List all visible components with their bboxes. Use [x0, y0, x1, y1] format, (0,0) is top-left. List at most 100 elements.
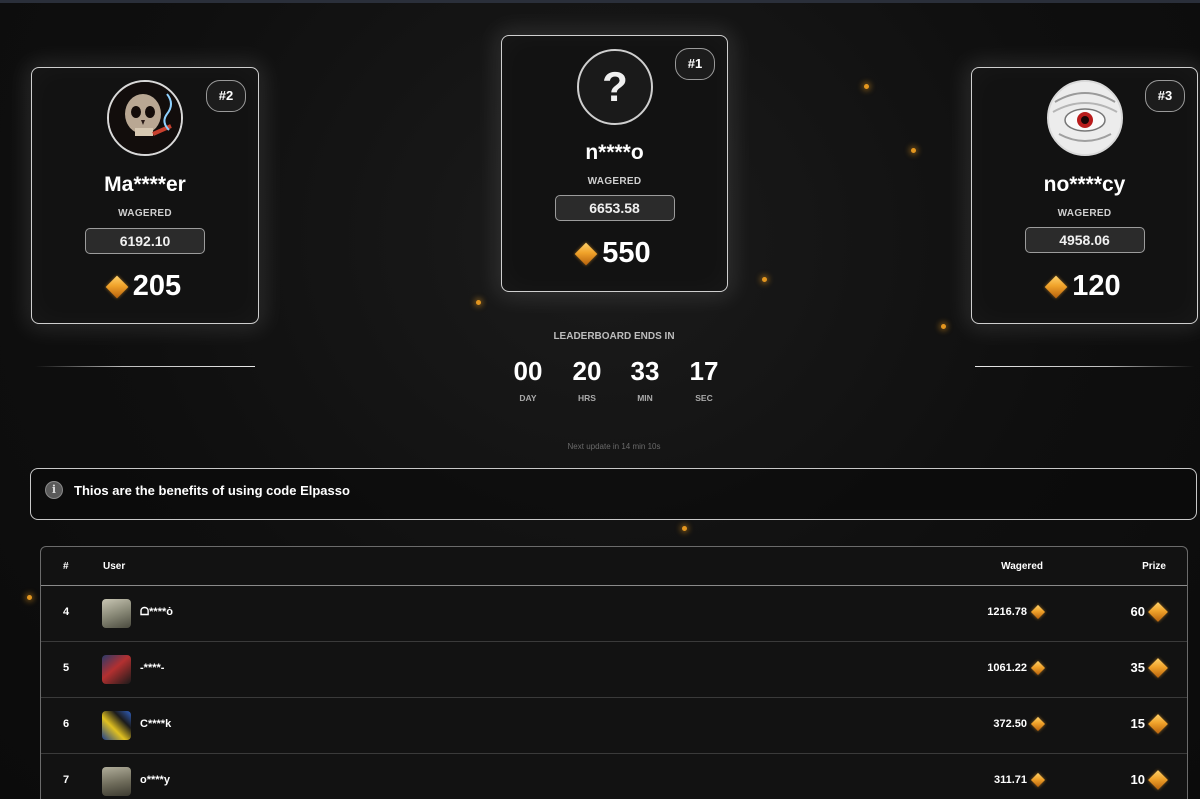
- player-name: n****o: [585, 141, 644, 164]
- row-prize: 10: [1130, 769, 1168, 790]
- ember-particle: [762, 277, 767, 282]
- gem-icon: [574, 242, 598, 265]
- row-user: -****-: [140, 662, 165, 674]
- wagered-label: WAGERED: [587, 176, 642, 187]
- header-user: User: [103, 561, 126, 572]
- player-name: no****cy: [1043, 173, 1126, 196]
- countdown-hours: 20 HRS: [562, 356, 612, 403]
- prize-amount: 10: [1130, 772, 1145, 787]
- countdown-value: 17: [689, 356, 719, 386]
- header-rank: #: [63, 561, 69, 572]
- row-prize: 15: [1130, 713, 1168, 734]
- row-user: C****k: [140, 718, 172, 730]
- prize-row: 120: [972, 270, 1197, 303]
- wagered-value: 6192.10: [85, 228, 205, 254]
- prize-value: 550: [602, 237, 651, 269]
- user-avatar: [102, 655, 131, 684]
- row-rank: 4: [63, 606, 70, 618]
- podium-card-rank-1: #1 ? n****o WAGERED 6653.58 550: [501, 35, 728, 292]
- countdown-unit-label: MIN: [637, 393, 653, 403]
- leaderboard-table: # User Wagered Prize 4 ᗝ****ȯ 1216.78 60…: [40, 546, 1188, 799]
- table-row: 7 o****y 311.71 10: [41, 754, 1187, 799]
- ember-particle: [682, 526, 687, 531]
- row-prize: 35: [1131, 657, 1168, 678]
- wagered-amount: 1061.22: [987, 662, 1027, 674]
- ember-particle: [911, 148, 916, 153]
- wagered-amount: 311.71: [993, 774, 1027, 786]
- gem-icon: [1030, 604, 1046, 620]
- gem-icon: [1030, 772, 1046, 788]
- prize-row: 550: [502, 237, 727, 270]
- gem-icon: [1148, 713, 1168, 734]
- row-rank: 5: [63, 662, 70, 674]
- row-user: o****y: [140, 774, 170, 786]
- prize-value: 205: [132, 270, 182, 302]
- table-header: # User Wagered Prize: [41, 547, 1187, 586]
- countdown-title: LEADERBOARD ENDS IN: [553, 331, 675, 342]
- table-row: 5 -****- 1061.22 35: [41, 642, 1187, 698]
- leaderboard-page: #2 Ma****er WAGERED 6192.10 205 #1 ? n**…: [0, 0, 1200, 799]
- countdown-value: 00: [513, 356, 543, 386]
- row-wagered: 1216.78: [987, 604, 1046, 620]
- skull-avatar: [107, 80, 183, 156]
- row-wagered: 372.50: [993, 716, 1046, 732]
- wagered-label: WAGERED: [118, 208, 172, 219]
- user-avatar: [102, 767, 131, 796]
- code-benefits-banner[interactable]: i Thios are the benefits of using code E…: [30, 468, 1197, 520]
- skull-icon: [109, 82, 181, 154]
- header-prize: Prize: [1142, 561, 1166, 572]
- wagered-label: WAGERED: [1057, 208, 1112, 219]
- gem-icon: [1030, 716, 1046, 732]
- gem-icon: [1030, 660, 1046, 676]
- header-wagered: Wagered: [1001, 561, 1043, 572]
- gem-icon: [1148, 769, 1168, 790]
- gem-icon: [1148, 601, 1168, 622]
- countdown-seconds: 17 SEC: [679, 356, 729, 403]
- prize-row: 205: [32, 270, 258, 303]
- rank-badge: #1: [675, 48, 715, 80]
- next-update-text: Next update in 14 min 10s: [567, 442, 661, 451]
- ember-particle: [941, 324, 946, 329]
- ember-particle: [27, 595, 32, 600]
- rank-badge: #3: [1145, 80, 1185, 112]
- svg-text:?: ?: [602, 63, 628, 110]
- podium-divider: [975, 366, 1195, 367]
- gem-icon: [1044, 275, 1068, 298]
- table-row: 4 ᗝ****ȯ 1216.78 60: [41, 586, 1187, 642]
- countdown-value: 33: [630, 356, 660, 386]
- countdown-unit-label: SEC: [695, 393, 713, 403]
- row-prize: 60: [1130, 601, 1168, 622]
- podium-card-rank-2: #2 Ma****er WAGERED 6192.10 205: [31, 67, 259, 324]
- countdown-value: 20: [572, 356, 602, 386]
- question-mark-avatar: ?: [576, 49, 653, 125]
- row-user: ᗝ****ȯ: [140, 606, 173, 618]
- podium-card-rank-3: #3 no****cy WAGERED 4958.06 120: [971, 67, 1198, 324]
- wagered-amount: 372.50: [993, 718, 1027, 730]
- eye-icon: [1048, 82, 1121, 154]
- row-rank: 7: [63, 774, 70, 786]
- ember-particle: [864, 84, 869, 89]
- row-rank: 6: [63, 718, 70, 730]
- player-name: Ma****er: [104, 173, 186, 196]
- prize-value: 120: [1072, 270, 1121, 302]
- user-avatar: [102, 711, 131, 740]
- table-row: 6 C****k 372.50 15: [41, 698, 1187, 754]
- user-avatar: [102, 599, 131, 628]
- wagered-value: 4958.06: [1024, 227, 1145, 253]
- podium-divider: [35, 366, 255, 367]
- countdown-unit-label: DAY: [519, 393, 537, 403]
- countdown-unit-label: HRS: [578, 393, 596, 403]
- prize-amount: 60: [1130, 604, 1145, 619]
- code-benefits-text: Thios are the benefits of using code Elp…: [74, 483, 350, 498]
- prize-amount: 15: [1130, 716, 1145, 731]
- gem-icon: [105, 275, 129, 298]
- ember-particle: [476, 300, 481, 305]
- row-wagered: 1061.22: [987, 660, 1046, 676]
- eye-avatar: [1046, 80, 1123, 156]
- question-mark-icon: ?: [602, 63, 628, 110]
- countdown-days: 00 DAY: [503, 356, 553, 403]
- info-icon: i: [45, 481, 63, 499]
- gem-icon: [1148, 657, 1168, 678]
- countdown-minutes: 33 MIN: [620, 356, 670, 403]
- row-wagered: 311.71: [993, 772, 1046, 788]
